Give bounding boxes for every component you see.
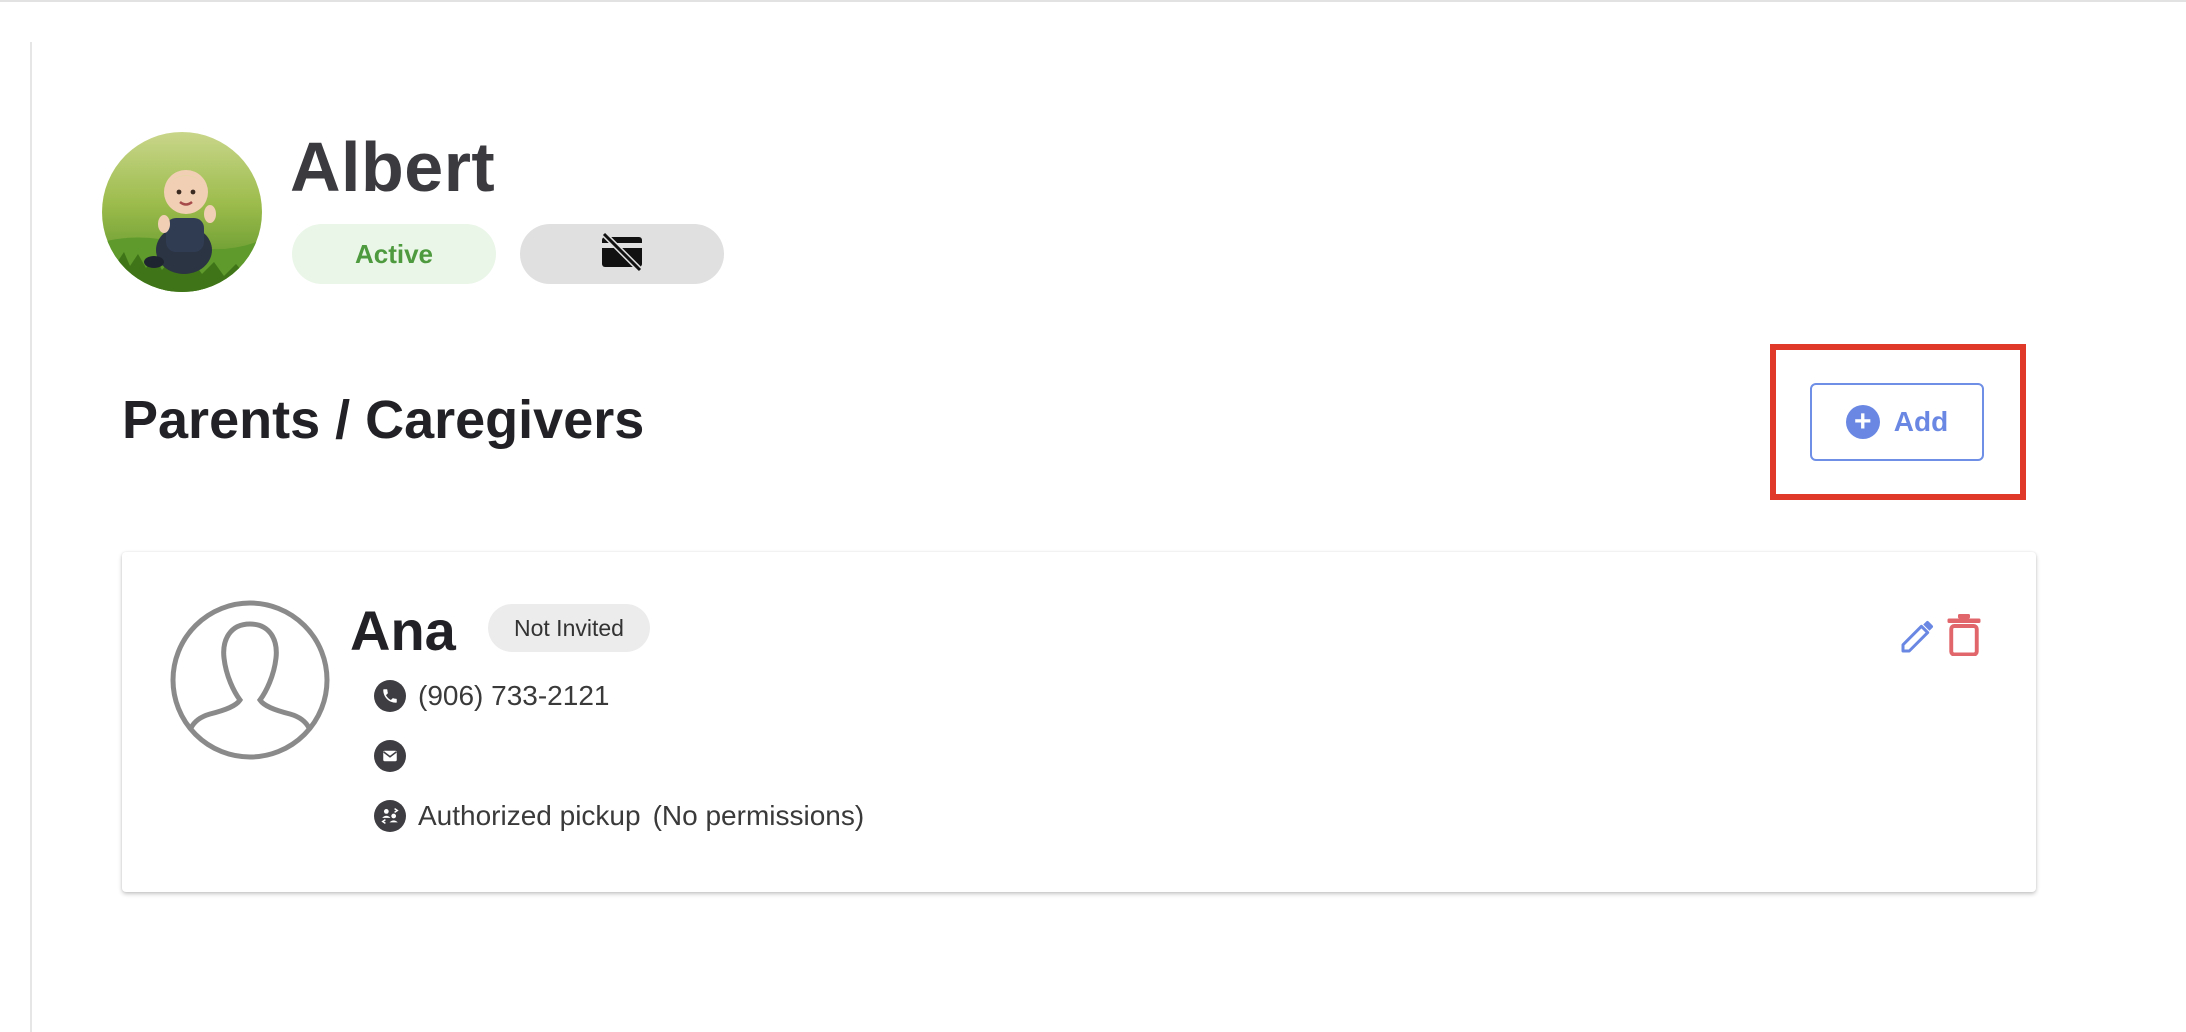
- email-icon: [374, 740, 406, 772]
- left-divider: [30, 42, 32, 1032]
- no-card-icon: [600, 231, 644, 277]
- section-title: Parents / Caregivers: [122, 390, 645, 450]
- email-row: [374, 740, 418, 772]
- payment-card-badge[interactable]: [520, 224, 724, 284]
- caregiver-name: Ana: [350, 599, 456, 662]
- child-name: Albert: [290, 128, 496, 206]
- plus-circle-icon: +: [1845, 405, 1880, 439]
- person-placeholder-icon: [170, 600, 330, 760]
- status-badge: Active: [292, 224, 496, 284]
- phone-number: (906) 733-2121: [418, 680, 610, 711]
- permissions-label: Authorized pickup: [418, 800, 641, 831]
- permissions-detail: (No permissions): [652, 800, 865, 831]
- phone-row: (906) 733-2121: [374, 680, 609, 712]
- add-caregiver-button[interactable]: + Add: [1810, 383, 1984, 461]
- pickup-people-icon: [374, 800, 406, 832]
- top-divider: [0, 0, 2186, 2]
- invite-status-badge: Not Invited: [488, 604, 650, 652]
- delete-icon[interactable]: [1946, 614, 1982, 657]
- child-avatar: [102, 132, 262, 292]
- permissions-row: Authorized pickup (No permissions): [374, 800, 864, 832]
- phone-icon: [374, 680, 406, 712]
- add-button-label: Add: [1893, 406, 1949, 437]
- caregiver-card: Ana Not Invited (906) 733-2121 Authorize…: [122, 552, 2036, 892]
- edit-icon[interactable]: [1898, 616, 1938, 656]
